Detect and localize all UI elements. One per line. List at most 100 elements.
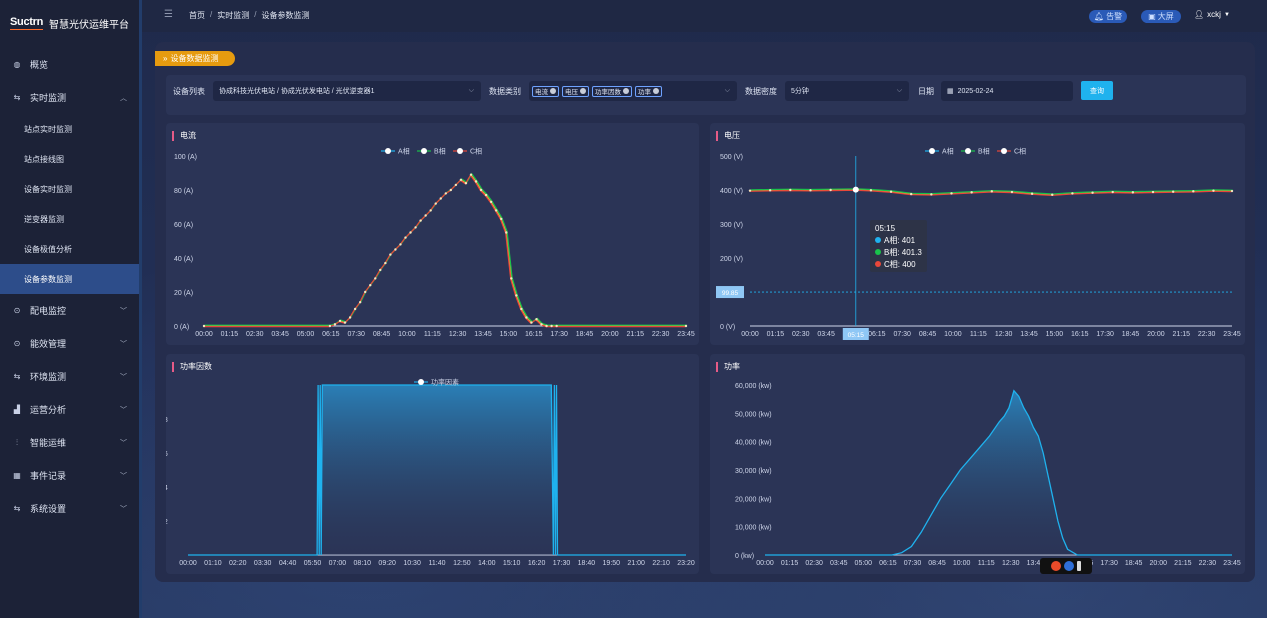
sidebar-subitem-5[interactable]: 设备参数监测 [0, 264, 139, 294]
y-tick-label: 400 (V) [720, 188, 743, 195]
alarm-button[interactable]: 🔔︎ 告警 [1089, 10, 1127, 23]
x-tick-label: 09:20 [378, 560, 396, 567]
x-tick-label: 01:15 [767, 331, 785, 338]
sidebar-item-4[interactable]: ⇆ 环境监测 ﹀ [0, 360, 139, 393]
sidebar-item-0[interactable]: ◍ 概览 [0, 48, 139, 81]
data-point [1212, 189, 1215, 192]
date-picker[interactable]: ▦ 2025-02-24 [941, 81, 1073, 101]
power-factor-chart[interactable]: 00.20.40.60.8100:0001:1002:2003:3004:400… [158, 354, 699, 574]
data-point [930, 193, 933, 196]
sidebar-subitem-4[interactable]: 设备极值分析 [0, 234, 139, 264]
data-point [768, 189, 772, 192]
help-icon[interactable] [1064, 561, 1074, 571]
sidebar-subitem-1[interactable]: 站点接线图 [0, 144, 139, 174]
x-tick-label: 14:00 [478, 560, 496, 567]
data-point [1151, 190, 1155, 194]
data-point [1030, 192, 1034, 195]
data-point [449, 188, 453, 192]
sidebar-item-1[interactable]: ⇆ 实时监测 ︿ [0, 81, 139, 114]
x-tick-label: 02:20 [229, 560, 247, 567]
power-icon: ⊙ [13, 306, 21, 315]
data-point [348, 316, 352, 319]
chart-tooltip: 05:15 A相: 401 B相: 401.3 C相: 400 [870, 220, 927, 272]
x-tick-label: 22:30 [1199, 560, 1217, 567]
sidebar-item-7[interactable]: ▦ 事件记录 ﹀ [0, 459, 139, 492]
sogou-icon[interactable] [1051, 561, 1061, 571]
bigscreen-button[interactable]: ▣ 大屏 [1141, 10, 1181, 23]
query-button[interactable]: 查询 [1081, 81, 1113, 100]
x-tick-label: 02:30 [805, 560, 823, 567]
x-tick-label: 17:30 [550, 331, 568, 338]
y-tick-label: 40 (A) [174, 256, 193, 263]
close-icon[interactable] [580, 88, 586, 94]
type-chip[interactable]: 功率因数 [592, 85, 632, 97]
y-tick-label: 200 (V) [720, 256, 743, 263]
x-tick-label: 08:45 [919, 331, 937, 338]
sidebar-subitem-3[interactable]: 逆变器监测 [0, 204, 139, 234]
chevron-down-icon: ﹀ [120, 307, 127, 315]
menu-toggle-icon[interactable]: ☰ [164, 9, 173, 20]
user-menu[interactable]: 👤︎ xckj ▼ [1194, 10, 1230, 19]
sidebar-subitem-0[interactable]: 站点实时监测 [0, 114, 139, 144]
x-tick-label: 03:30 [254, 560, 272, 567]
data-point [469, 173, 473, 176]
ime-toolbar[interactable] [1040, 558, 1092, 574]
sidebar-item-3[interactable]: ⊙ 能效管理 ﹀ [0, 327, 139, 360]
chevron-down-icon: ﹀ [120, 439, 127, 447]
voltage-chart[interactable]: 0 (V)100 (V)200 (V)300 (V)400 (V)500 (V)… [710, 123, 1245, 345]
event-icon: ▦ [13, 471, 21, 480]
sidebar-item-6[interactable]: ⫶ 智能运维 ﹀ [0, 426, 139, 459]
data-point [484, 193, 488, 197]
x-tick-label: 21:15 [1172, 331, 1190, 338]
x-tick-label: 05:00 [855, 560, 873, 567]
data-point [1230, 189, 1234, 193]
chevron-down-icon: ﹀ [120, 340, 127, 348]
current-chart-card: 电流 0 (A) 20 (A) 40 (A) 60 (A) 80 (A) 100 (A) 0… [166, 123, 699, 345]
sidebar-item-5[interactable]: ▟ 运营分析 ﹀ [0, 393, 139, 426]
cursor-label: 05:15 [848, 332, 865, 339]
data-point [343, 321, 347, 324]
y-tick-label: 80 (A) [174, 188, 193, 195]
x-tick-label: 22:30 [1198, 331, 1216, 338]
chevron-down-icon: ﹀ [120, 472, 127, 480]
type-chip[interactable]: 电流 [532, 85, 559, 97]
close-icon[interactable] [623, 88, 629, 94]
density-label: 数据密度 [745, 87, 777, 96]
series-line-0 [204, 173, 686, 327]
breadcrumb-home[interactable]: 首页 [189, 10, 205, 21]
x-tick-label: 00:00 [756, 560, 774, 567]
close-icon[interactable] [550, 88, 556, 94]
current-chart[interactable]: 0 (A) 20 (A) 40 (A) 60 (A) 80 (A) 100 (A) 00:0… [166, 123, 699, 345]
data-point [530, 321, 533, 324]
chart-title: 功率 [716, 362, 740, 372]
legend-label: B相 [434, 147, 446, 156]
x-tick-label: 03:45 [271, 331, 289, 338]
breadcrumb-monitor[interactable]: 实时监测 [217, 10, 249, 21]
data-point [338, 319, 342, 323]
x-tick-label: 21:15 [1174, 560, 1192, 567]
legend-marker [421, 148, 427, 154]
sidebar: Suctrn 智慧光伏运维平台 ◍ 概览 ⇆ 实时监测 ︿ 站点实时监测 站点接线图 设备实时… [0, 0, 142, 618]
type-select[interactable]: 电流 电压 功率因数 功率 ⌵ [529, 81, 737, 101]
x-tick-label: 07:00 [329, 560, 347, 567]
close-icon[interactable] [653, 88, 659, 94]
y-tick-label: 40,000 (kw) [735, 440, 772, 447]
grip-icon[interactable] [1077, 561, 1081, 571]
type-chip[interactable]: 电压 [562, 85, 589, 97]
x-tick-label: 15:10 [503, 560, 521, 567]
sidebar-item-8[interactable]: ⇆ 系统设置 ﹀ [0, 492, 139, 525]
device-select[interactable]: 协成科技光伏电站 / 协成光伏发电站 / 光伏逆变器1 ⌵ [213, 81, 481, 101]
type-chip[interactable]: 功率 [635, 85, 662, 97]
chart-title: 功率因数 [172, 362, 212, 372]
data-point [510, 277, 513, 280]
date-label: 日期 [918, 87, 934, 96]
data-point [1192, 190, 1195, 193]
breadcrumb-current: 设备参数监测 [261, 11, 310, 20]
data-point [1071, 192, 1074, 195]
x-tick-label: 07:30 [893, 331, 911, 338]
density-select[interactable]: 5分钟 ⌵ [785, 81, 909, 101]
x-tick-label: 23:45 [677, 331, 695, 338]
sidebar-subitem-2[interactable]: 设备实时监测 [0, 174, 139, 204]
sidebar-item-2[interactable]: ⊙ 配电监控 ﹀ [0, 294, 139, 327]
power-chart[interactable]: 0 (kw) 10,000 (kw) 20,000 (kw) 30,000 (kw) 4… [710, 354, 1245, 574]
